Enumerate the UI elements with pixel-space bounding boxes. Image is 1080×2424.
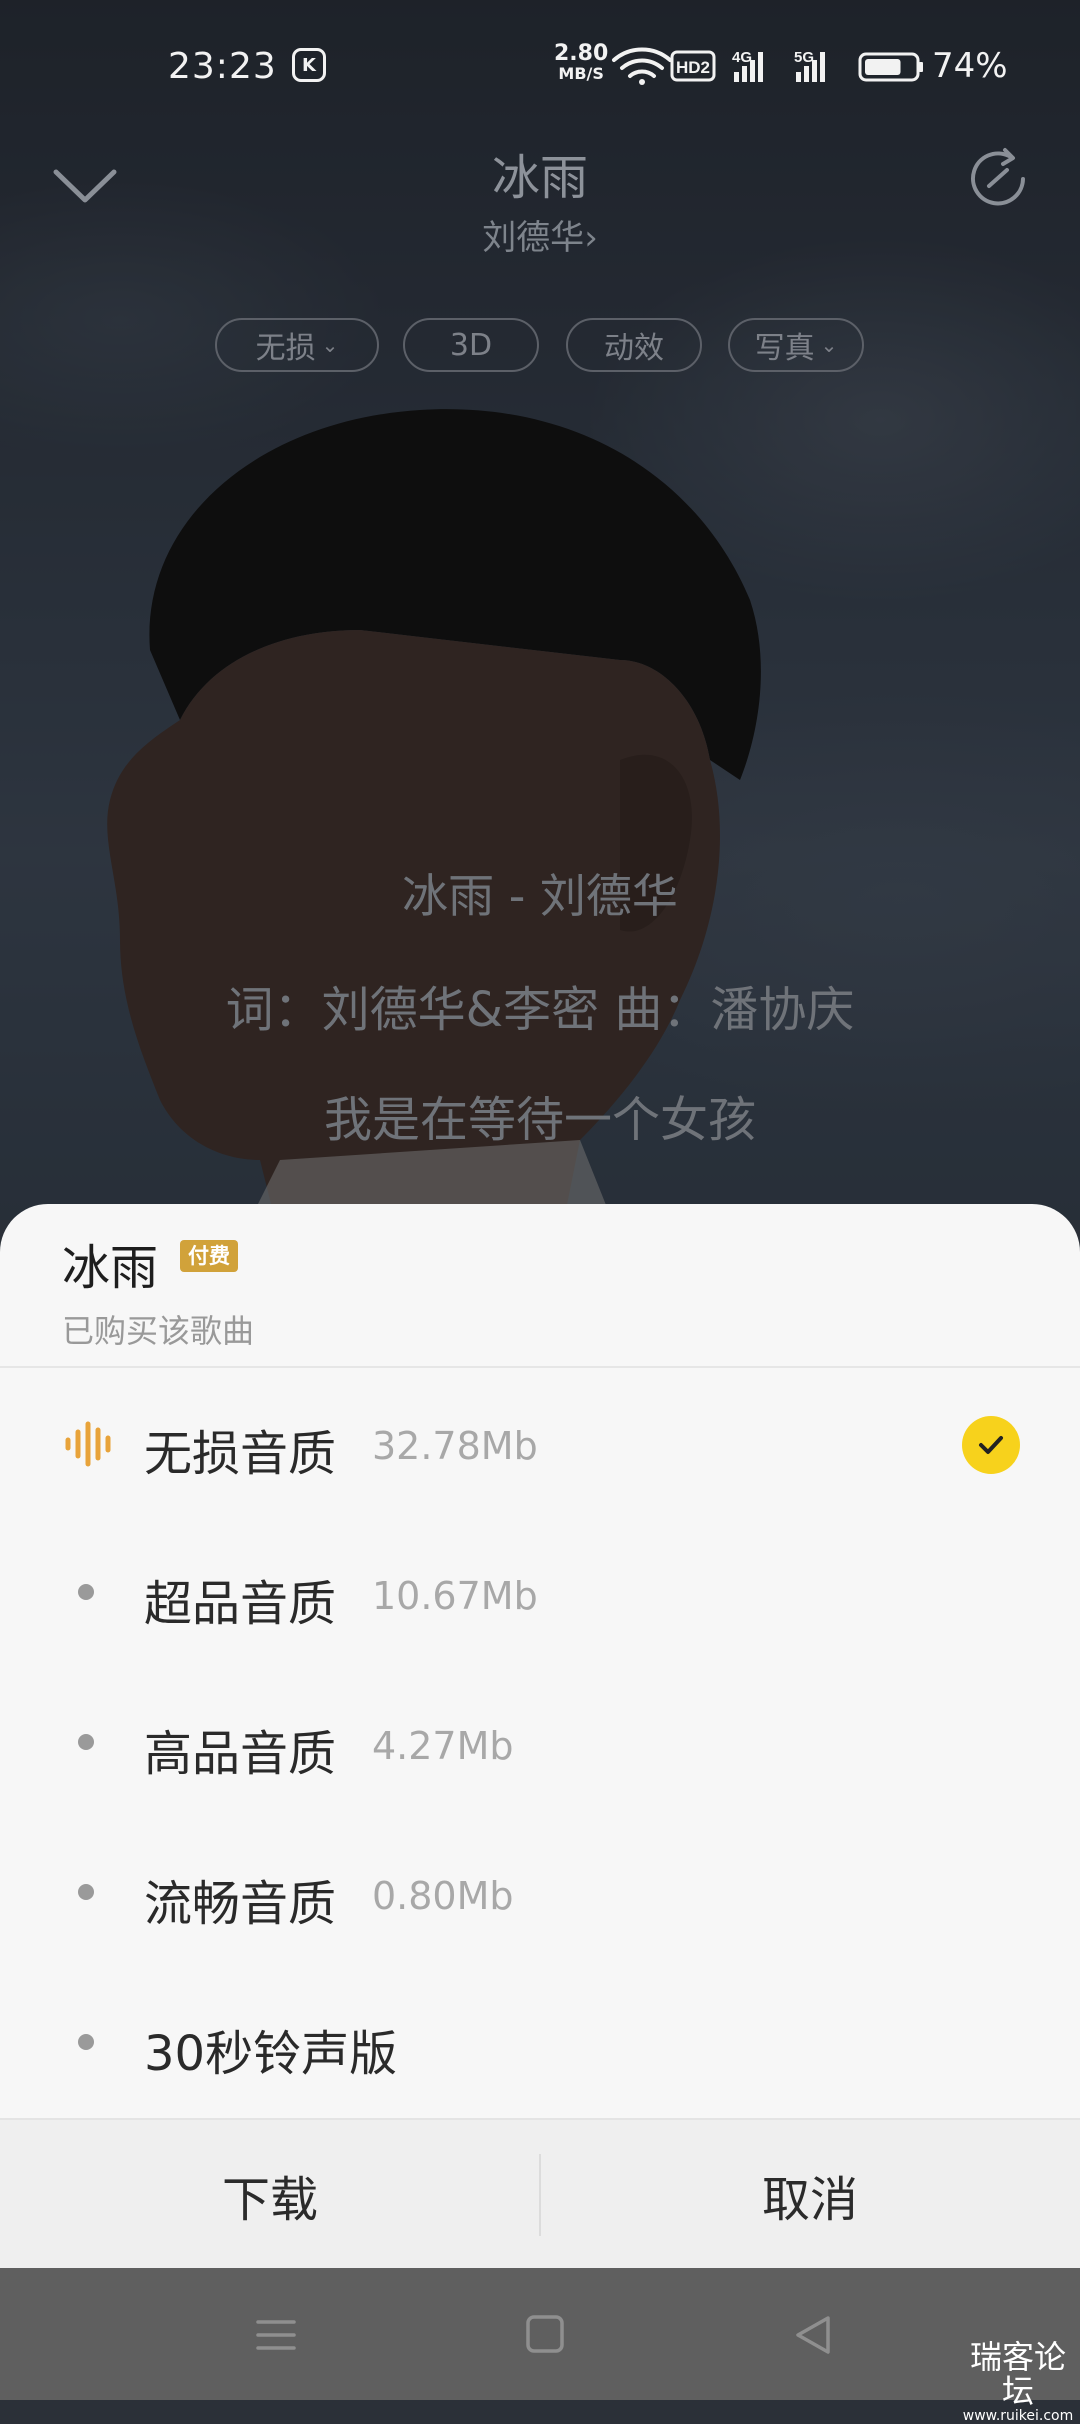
menu-icon[interactable] bbox=[246, 2308, 306, 2362]
chip-effects[interactable]: 动效 bbox=[566, 318, 702, 372]
quality-sheet: 冰雨 付费 已购买该歌曲 无损音质 32.78Mb 超品音质 10.67Mb 高… bbox=[0, 1204, 1080, 2270]
chip-3d[interactable]: 3D bbox=[403, 318, 539, 372]
quality-label: 无损音质 bbox=[144, 1426, 337, 1482]
selected-check-icon bbox=[962, 1416, 1020, 1474]
bullet-icon bbox=[78, 1734, 94, 1750]
quality-size: 4.27Mb bbox=[372, 1724, 514, 1768]
watermark: 瑞客论坛 www.ruikei.com bbox=[962, 2338, 1074, 2424]
cancel-button[interactable]: 取消 bbox=[540, 2120, 1080, 2270]
quality-option-lossless[interactable]: 无损音质 32.78Mb bbox=[0, 1368, 1080, 1518]
lyric-line: 词：刘德华&李密 曲：潘协庆 bbox=[225, 982, 855, 1038]
status-time: 23:23 bbox=[168, 46, 277, 87]
download-button[interactable]: 下载 bbox=[0, 2120, 540, 2270]
waveform-icon bbox=[65, 1421, 111, 1467]
chip-photo[interactable]: 写真 ⌄ bbox=[728, 318, 864, 372]
wifi-icon bbox=[612, 47, 672, 78]
quality-label: 流畅音质 bbox=[144, 1876, 337, 1932]
quality-label: 30秒铃声版 bbox=[144, 2026, 398, 2082]
svg-text:HD2: HD2 bbox=[676, 58, 710, 77]
chip-quality[interactable]: 无损 ⌄ bbox=[215, 318, 379, 372]
home-icon[interactable] bbox=[515, 2308, 575, 2362]
song-title: 冰雨 bbox=[491, 150, 588, 206]
lyric-line: 冰雨 - 刘德华 bbox=[402, 869, 678, 923]
status-bar: 23:23 K 2.80 MB/S HD2 4G 5G 74% bbox=[0, 0, 1080, 130]
quality-size: 32.78Mb bbox=[372, 1424, 538, 1468]
chevron-down-icon: ⌄ bbox=[321, 333, 339, 357]
system-nav-bar bbox=[0, 2268, 1080, 2400]
artist-chevron-icon: › bbox=[584, 218, 598, 258]
bullet-icon bbox=[78, 2034, 94, 2050]
quality-label: 超品音质 bbox=[144, 1576, 337, 1632]
signal-5g-icon: 5G bbox=[794, 49, 825, 82]
app-notification-icon: K bbox=[292, 48, 326, 82]
artist-name: 刘德华 bbox=[482, 218, 585, 258]
quality-option-super[interactable]: 超品音质 10.67Mb bbox=[0, 1518, 1080, 1668]
lyric-line: 我是在等待一个女孩 bbox=[323, 1092, 756, 1148]
signal-4g-icon: 4G bbox=[732, 49, 763, 82]
paid-badge: 付费 bbox=[180, 1240, 238, 1272]
chevron-down-icon: ⌄ bbox=[820, 333, 838, 357]
sheet-actions: 下载 取消 bbox=[0, 2118, 1080, 2270]
share-icon[interactable] bbox=[965, 146, 1031, 212]
quality-option-high[interactable]: 高品音质 4.27Mb bbox=[0, 1668, 1080, 1818]
svg-text:4G: 4G bbox=[732, 49, 752, 66]
quality-option-smooth[interactable]: 流畅音质 0.80Mb bbox=[0, 1818, 1080, 1968]
player-header: 冰雨 刘德华› bbox=[0, 130, 1080, 270]
bullet-icon bbox=[78, 1884, 94, 1900]
battery-percent: 74% bbox=[932, 46, 1008, 86]
player-options: 无损 ⌄ 3D 动效 写真 ⌄ bbox=[0, 318, 1080, 378]
hd-icon: HD2 bbox=[670, 50, 716, 82]
purchase-status: 已购买该歌曲 bbox=[62, 1312, 255, 1350]
quality-option-ringtone[interactable]: 30秒铃声版 bbox=[0, 1968, 1080, 2118]
svg-text:5G: 5G bbox=[794, 49, 814, 66]
quality-size: 0.80Mb bbox=[372, 1874, 514, 1918]
network-speed: 2.80 MB/S bbox=[554, 41, 609, 84]
status-icons: HD2 4G 5G bbox=[612, 47, 923, 85]
artist-link[interactable]: 刘德华› bbox=[0, 210, 1080, 259]
battery-icon bbox=[858, 52, 923, 82]
quality-label: 高品音质 bbox=[144, 1726, 337, 1782]
quality-size: 10.67Mb bbox=[372, 1574, 538, 1618]
sheet-title: 冰雨 bbox=[62, 1240, 159, 1296]
bullet-icon bbox=[78, 1584, 94, 1600]
back-icon[interactable] bbox=[784, 2308, 844, 2362]
